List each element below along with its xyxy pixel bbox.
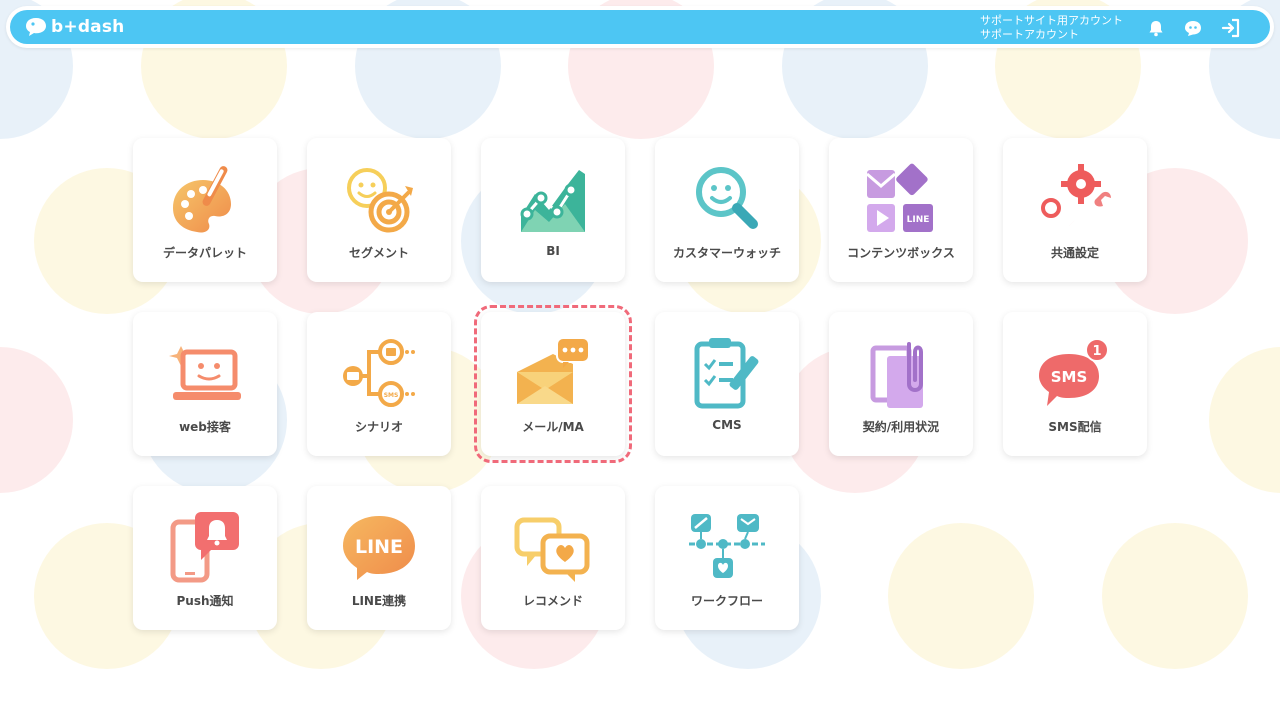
mail-envelope-icon <box>517 337 590 404</box>
tile-workflow[interactable]: ワークフロー <box>655 486 799 630</box>
tile-bi[interactable]: BI <box>481 138 625 282</box>
brand-logo[interactable]: b+dash <box>24 15 124 39</box>
tile-label: データパレット <box>162 246 247 260</box>
tile-label: 契約/利用状況 <box>862 420 940 434</box>
tile-content-box[interactable]: LINE コンテンツボックス <box>829 138 973 282</box>
account-info: サポートサイト用アカウント サポートアカウント <box>980 14 1123 42</box>
chat-bot-icon[interactable] <box>1182 17 1204 39</box>
svg-text:LINE: LINE <box>907 215 930 225</box>
svg-text:SMS: SMS <box>1051 368 1088 386</box>
logo-bubble-icon <box>26 18 46 36</box>
tile-common-settings[interactable]: 共通設定 <box>1003 138 1147 282</box>
sms-bubble-icon: SMS 1 <box>1039 338 1109 406</box>
recommend-heart-icon <box>514 517 590 582</box>
tile-cms[interactable]: CMS <box>655 312 799 456</box>
account-site-name: サポートサイト用アカウント <box>980 14 1123 27</box>
tile-push-notification[interactable]: Push通知 <box>133 486 277 630</box>
tile-label: セグメント <box>348 246 409 260</box>
svg-text:SMS: SMS <box>384 392 399 399</box>
top-bar: b+dash サポートサイト用アカウント サポートアカウント <box>6 6 1274 48</box>
tile-data-palette[interactable]: データパレット <box>133 138 277 282</box>
tile-label: BI <box>546 244 560 258</box>
logo-text: b+dash <box>51 17 125 37</box>
workflow-icon <box>689 514 765 578</box>
clipboard-pen-icon <box>694 338 759 409</box>
tile-label: シナリオ <box>354 420 403 434</box>
gear-wrench-icon <box>1041 164 1111 226</box>
tile-label: Push通知 <box>176 594 234 608</box>
tile-label: メール/MA <box>522 420 584 434</box>
tile-mail-ma[interactable]: メール/MA <box>474 305 632 463</box>
phone-bell-icon <box>170 512 239 583</box>
tile-web-engagement[interactable]: web接客 <box>133 312 277 456</box>
content-box-icon: LINE <box>866 163 933 232</box>
magnifier-face-icon <box>696 167 758 229</box>
tile-label: カスタマーウォッチ <box>672 246 781 260</box>
bell-icon[interactable] <box>1145 17 1167 39</box>
tile-label: CMS <box>712 418 742 432</box>
tile-segment[interactable]: セグメント <box>307 138 451 282</box>
tile-contract-usage[interactable]: 契約/利用状況 <box>829 312 973 456</box>
palette-icon <box>173 166 231 233</box>
bi-chart-icon <box>520 170 585 232</box>
tile-scenario[interactable]: SMS シナリオ <box>307 312 451 456</box>
tile-label: SMS配信 <box>1048 420 1102 434</box>
scenario-flow-icon: SMS <box>343 339 415 407</box>
tile-label: web接客 <box>179 420 231 434</box>
segment-target-icon <box>347 168 413 233</box>
tile-label: LINE連携 <box>351 594 407 608</box>
tile-sms[interactable]: SMS 1 SMS配信 <box>1003 312 1147 456</box>
tile-line-integration[interactable]: LINE LINE連携 <box>307 486 451 630</box>
tile-label: 共通設定 <box>1050 246 1099 260</box>
line-bubble-icon: LINE <box>343 516 415 580</box>
tile-customer-watch[interactable]: カスタマーウォッチ <box>655 138 799 282</box>
tile-label: コンテンツボックス <box>847 246 955 260</box>
tile-recommend[interactable]: レコメンド <box>481 486 625 630</box>
logout-icon[interactable] <box>1220 17 1242 39</box>
contract-clip-icon <box>870 342 923 408</box>
account-user-name: サポートアカウント <box>980 28 1079 41</box>
top-bar-inner: b+dash サポートサイト用アカウント サポートアカウント <box>10 10 1270 44</box>
tile-label: ワークフロー <box>690 594 763 608</box>
tile-label: レコメンド <box>522 594 583 608</box>
laptop-face-icon <box>169 346 241 400</box>
svg-text:LINE: LINE <box>355 536 403 558</box>
sms-badge-count: 1 <box>1092 344 1101 359</box>
